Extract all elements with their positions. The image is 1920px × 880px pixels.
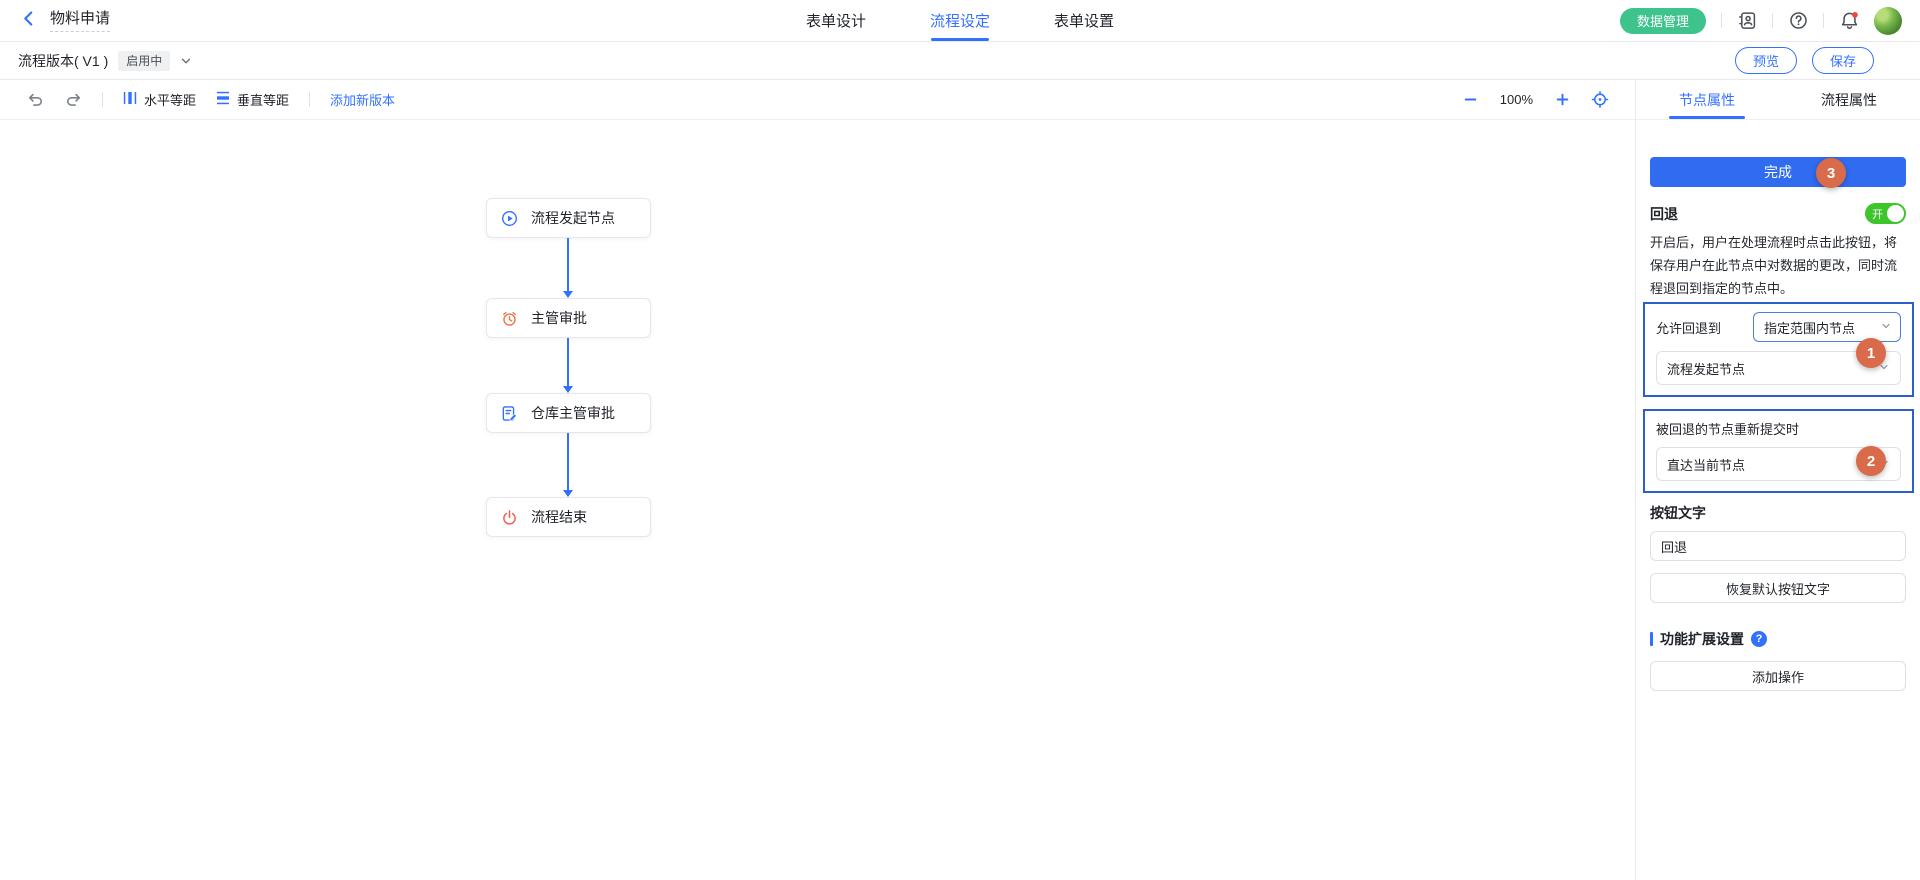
header-actions: 数据管理 — [1620, 7, 1902, 35]
chevron-down-icon — [1880, 320, 1892, 335]
page-title[interactable]: 物料申请 — [50, 10, 110, 32]
rollback-range-select[interactable]: 指定范围内节点 — [1753, 312, 1901, 342]
divider — [309, 92, 310, 107]
locate-icon[interactable] — [1591, 91, 1609, 109]
rollback-description: 开启后，用户在处理流程时点击此按钮，将保存用户在此节点中对数据的更改，同时流程退… — [1650, 231, 1906, 300]
power-icon — [501, 509, 518, 526]
flow-node-manager-approve[interactable]: 主管审批 — [486, 298, 651, 338]
resubmit-value: 直达当前节点 — [1667, 455, 1745, 474]
section-marker — [1650, 632, 1653, 646]
flow-connector — [567, 338, 569, 386]
chevron-down-icon[interactable] — [179, 54, 193, 68]
chevron-left-icon — [20, 10, 37, 32]
save-button[interactable]: 保存 — [1812, 47, 1874, 74]
annotation-box-1: 允许回退到 指定范围内节点 流程发起节点 — [1643, 302, 1914, 397]
tab-flow-settings[interactable]: 流程设定 — [930, 0, 990, 41]
zoom-in-icon[interactable] — [1553, 91, 1571, 109]
resubmit-label: 被回退的节点重新提交时 — [1656, 419, 1901, 438]
add-version-link[interactable]: 添加新版本 — [330, 90, 395, 109]
extension-title: 功能扩展设置 — [1660, 629, 1744, 649]
tab-node-properties[interactable]: 节点属性 — [1636, 80, 1778, 119]
tab-form-config[interactable]: 表单设置 — [1054, 0, 1114, 41]
vertical-spacing-icon — [216, 91, 230, 108]
version-bar: 流程版本( V1 ) 启用中 预览 保存 — [0, 42, 1920, 80]
horizontal-spacing-icon — [123, 91, 137, 108]
horizontal-equal-label: 水平等距 — [144, 90, 196, 109]
document-edit-icon — [501, 405, 518, 422]
node-label: 流程发起节点 — [531, 208, 615, 228]
zoom-level: 100% — [1500, 92, 1533, 107]
button-text-label: 按钮文字 — [1650, 503, 1906, 523]
annotation-badge-3: 3 — [1816, 158, 1846, 188]
flow-node-start[interactable]: 流程发起节点 — [486, 198, 651, 238]
divider — [1721, 13, 1722, 28]
main: 水平等距 垂直等距 添加新版本 100% — [0, 80, 1920, 880]
zoom-controls: 100% — [1462, 91, 1609, 109]
header-tabs: 表单设计 流程设定 表单设置 — [806, 0, 1114, 41]
flow-node-warehouse-approve[interactable]: 仓库主管审批 — [486, 393, 651, 433]
tab-form-design[interactable]: 表单设计 — [806, 0, 866, 41]
back-button[interactable] — [18, 11, 38, 31]
flow-toolbar: 水平等距 垂直等距 添加新版本 100% — [0, 80, 1635, 120]
redo-icon[interactable] — [64, 91, 82, 109]
add-action-button[interactable]: 添加操作 — [1650, 661, 1906, 691]
vertical-equal-button[interactable]: 垂直等距 — [216, 90, 289, 109]
flow-canvas[interactable]: 流程发起节点 主管审批 — [0, 120, 1635, 880]
button-text-input[interactable] — [1650, 531, 1906, 561]
zoom-out-icon[interactable] — [1462, 91, 1480, 109]
data-manage-button[interactable]: 数据管理 — [1620, 8, 1706, 34]
horizontal-equal-button[interactable]: 水平等距 — [123, 90, 196, 109]
bell-icon[interactable] — [1839, 11, 1859, 31]
rollback-node-value: 流程发起节点 — [1667, 359, 1745, 378]
annotation-badge-2: 2 — [1856, 446, 1886, 476]
properties-panel: 节点属性 流程属性 完成 3 回退 开 开启后，用户在处理流程时点击此按钮，将保… — [1635, 80, 1920, 880]
rollback-range-value: 指定范围内节点 — [1764, 318, 1855, 337]
divider — [1823, 13, 1824, 28]
extension-header: 功能扩展设置 ? — [1650, 629, 1906, 649]
version-actions: 预览 保存 — [1735, 47, 1902, 74]
flow-connector — [567, 238, 569, 291]
node-label: 流程结束 — [531, 507, 587, 527]
rollback-title: 回退 — [1650, 204, 1678, 224]
annotation-badge-1: 1 — [1856, 338, 1886, 368]
alarm-clock-icon — [501, 310, 518, 327]
flow-connector — [567, 433, 569, 490]
flow-editor: 水平等距 垂直等距 添加新版本 100% — [0, 80, 1635, 880]
avatar[interactable] — [1874, 7, 1902, 35]
play-circle-icon — [501, 210, 518, 227]
divider — [1772, 13, 1773, 28]
undo-icon[interactable] — [26, 91, 44, 109]
complete-button[interactable]: 完成 — [1650, 157, 1906, 187]
divider — [102, 92, 103, 107]
node-label: 仓库主管审批 — [531, 403, 615, 423]
panel-tabs: 节点属性 流程属性 — [1636, 80, 1920, 120]
preview-button[interactable]: 预览 — [1735, 47, 1797, 74]
annotation-box-2: 被回退的节点重新提交时 直达当前节点 2 — [1643, 409, 1914, 493]
restore-default-button[interactable]: 恢复默认按钮文字 — [1650, 573, 1906, 603]
version-label: 流程版本( V1 ) — [18, 51, 108, 71]
help-filled-icon[interactable]: ? — [1751, 631, 1767, 647]
app-window: 物料申请 表单设计 流程设定 表单设置 数据管理 — [0, 0, 1920, 880]
contact-book-icon[interactable] — [1737, 11, 1757, 31]
toggle-knob — [1887, 205, 1904, 222]
vertical-equal-label: 垂直等距 — [237, 90, 289, 109]
status-badge: 启用中 — [118, 51, 170, 71]
flow-node-end[interactable]: 流程结束 — [486, 497, 651, 537]
toggle-on-label: 开 — [1872, 206, 1883, 222]
panel-body: 完成 3 回退 开 开启后，用户在处理流程时点击此按钮，将保存用户在此节点中对数… — [1636, 120, 1920, 880]
node-label: 主管审批 — [531, 308, 587, 328]
header: 物料申请 表单设计 流程设定 表单设置 数据管理 — [0, 0, 1920, 42]
allow-rollback-label: 允许回退到 — [1656, 318, 1721, 337]
tab-flow-properties[interactable]: 流程属性 — [1778, 80, 1920, 119]
help-circle-icon[interactable] — [1788, 11, 1808, 31]
rollback-toggle[interactable]: 开 — [1865, 203, 1906, 224]
